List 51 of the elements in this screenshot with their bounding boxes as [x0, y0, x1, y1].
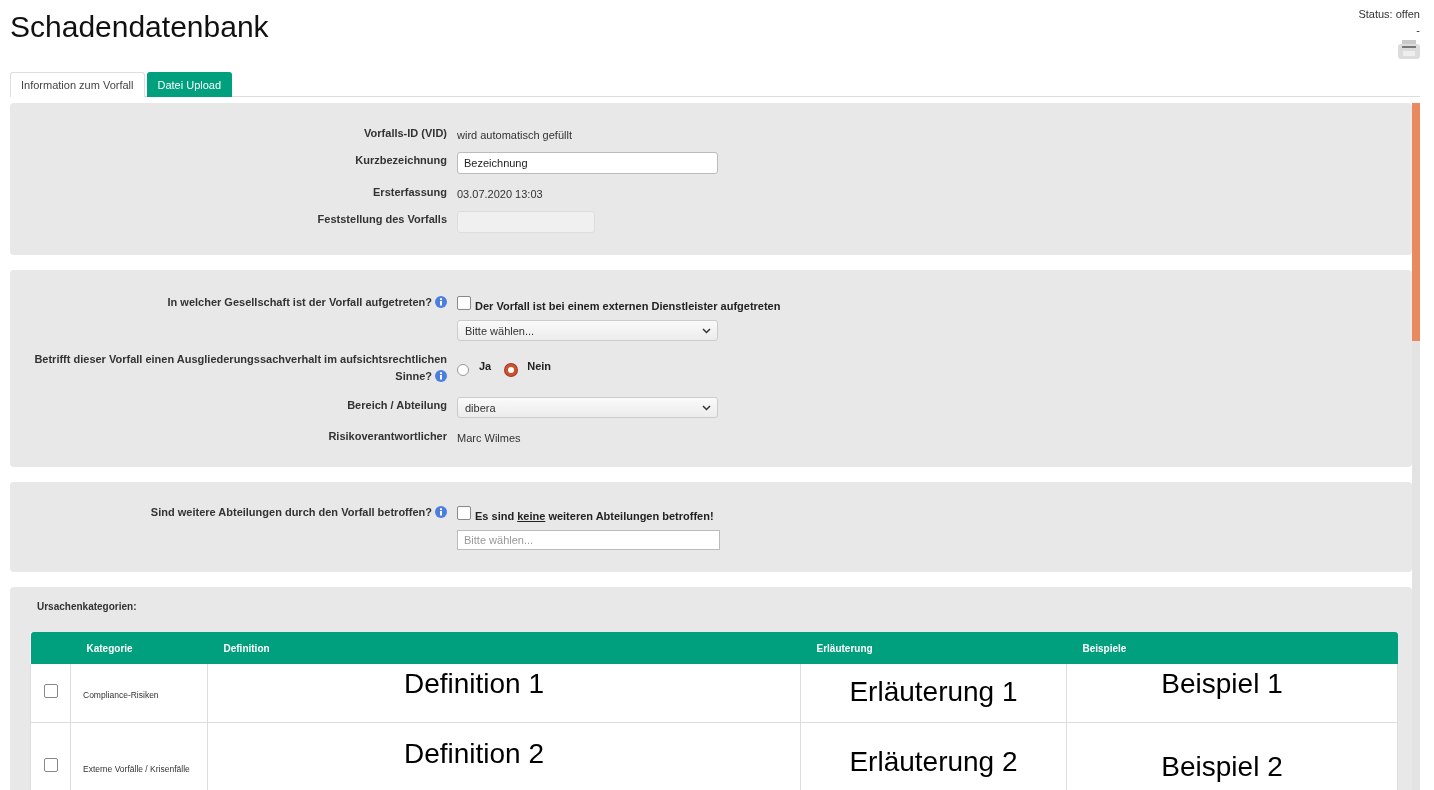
- table-cell-text: Definition 1: [403, 667, 545, 700]
- column-header: Beispiele: [1066, 632, 1398, 664]
- radio-label[interactable]: Nein: [527, 360, 552, 372]
- status-sub-text: -: [1416, 24, 1420, 36]
- table-cell: Compliance-Risiken: [83, 689, 159, 700]
- checkbox-label[interactable]: Der Vorfall ist bei einem externen Dienstleister aufgetreten: [475, 294, 781, 312]
- info-icon[interactable]: [435, 296, 447, 308]
- table-cell-text: Beispiel 2: [1161, 749, 1283, 783]
- field-value: wird automatisch gefüllt: [457, 128, 573, 143]
- column-header: Definition: [207, 632, 801, 664]
- field-label: Sind weitere Abteilungen durch den Vorfall betroffen?: [10, 504, 447, 550]
- caret-icon: [702, 327, 711, 334]
- info-icon[interactable]: [435, 506, 447, 518]
- checkbox[interactable]: [457, 296, 471, 310]
- table-cell: Externe Vorfälle / Krisenfälle: [83, 764, 190, 774]
- table-cell-text: Definition 2: [403, 736, 545, 770]
- field-label: Risikoverantwortlicher: [327, 429, 447, 444]
- column-header: Erläuterung: [800, 632, 1067, 664]
- tab[interactable]: Information zum Vorfall: [10, 72, 145, 97]
- field-label: Vorfalls-ID (VID): [363, 126, 447, 141]
- field-label: In welcher Gesellschaft ist der Vorfall aufgetreten?: [10, 294, 447, 341]
- scrollbar-thumb[interactable]: [1412, 103, 1420, 341]
- table-cell-text: Beispiel 1: [1161, 667, 1283, 700]
- field-label: Kurzbezeichnung: [354, 153, 447, 168]
- tag-input[interactable]: Bitte wählen...: [457, 530, 720, 550]
- text-input[interactable]: Bezeichnung: [457, 152, 718, 174]
- scrollbar[interactable]: [1412, 103, 1420, 790]
- dropdown[interactable]: Bitte wählen...: [457, 320, 718, 341]
- status-text: Status: offen: [1358, 8, 1420, 20]
- caret-icon: [702, 404, 711, 411]
- checkbox[interactable]: [43, 683, 58, 698]
- info-icon[interactable]: [435, 370, 447, 382]
- field-label: Betrifft dieser Vorfall einen Ausgliederungssachverhalt im aufsichtsrechtlichen Sinne?: [33, 352, 447, 384]
- radio-label[interactable]: Ja: [479, 360, 492, 372]
- field-label: Ersterfassung: [372, 185, 447, 200]
- field-label: Feststellung des Vorfalls: [316, 212, 447, 227]
- page-title: Schadendatenbank: [10, 10, 269, 44]
- table-cell-text: Erläuterung 1: [849, 675, 1018, 708]
- table-cell-text: Erläuterung 2: [849, 744, 1018, 778]
- radio-button[interactable]: [457, 364, 469, 376]
- checkbox-label[interactable]: Es sind keine weiteren Abteilungen betroffen!: [475, 504, 714, 522]
- checkbox[interactable]: [457, 506, 471, 520]
- column-header: Kategorie: [70, 632, 208, 664]
- section-title: Ursachenkategorien:: [37, 601, 138, 612]
- dropdown[interactable]: dibera: [457, 397, 718, 418]
- field-value: Marc Wilmes: [457, 431, 522, 446]
- checkbox[interactable]: [43, 758, 58, 772]
- field-value: 03.07.2020 13:03: [457, 187, 544, 202]
- radio-button[interactable]: [505, 364, 518, 376]
- field-label: Bereich / Abteilung: [346, 398, 447, 413]
- printer-icon[interactable]: [1398, 40, 1420, 59]
